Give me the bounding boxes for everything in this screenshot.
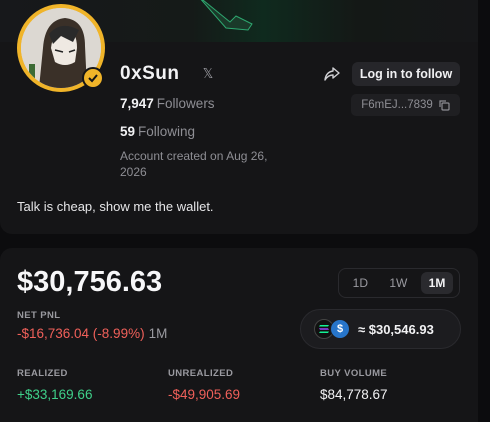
verified-badge-icon	[82, 67, 104, 89]
banner-artwork	[200, 0, 253, 31]
followers-stat[interactable]: 7,947 Followers	[120, 96, 215, 111]
period-tabs: 1D 1W 1M	[338, 268, 460, 298]
followers-count: 7,947	[120, 96, 154, 111]
unrealized-label: UNREALIZED	[168, 368, 234, 379]
x-logo-icon[interactable]: 𝕏	[196, 64, 220, 84]
pnl-value: $30,756.63	[17, 266, 163, 298]
following-stat[interactable]: 59 Following	[120, 124, 195, 139]
copy-icon	[439, 99, 450, 111]
balance-pill[interactable]: $ ≈ $30,546.93	[300, 309, 461, 349]
tab-1m[interactable]: 1M	[420, 272, 454, 294]
pnl-card: $30,756.63 NET PNL -$16,736.04 (-8.99%) 1…	[0, 248, 478, 422]
following-label: Following	[138, 124, 196, 139]
tab-1d[interactable]: 1D	[345, 272, 376, 294]
pnl-change: -$16,736.04 (-8.99%) 1M	[17, 326, 167, 341]
usdc-icon: $	[330, 319, 350, 339]
balance-value: ≈ $30,546.93	[358, 321, 434, 337]
profile-card: 0xSun 𝕏 7,947 Followers 59 Following Accou…	[0, 0, 478, 234]
followers-label: Followers	[156, 96, 215, 111]
following-count: 59	[120, 124, 136, 139]
realized-metric: REALIZED +$33,169.66	[17, 368, 92, 402]
wallet-address: F6mEJ...7839	[361, 99, 433, 111]
unrealized-value: -$49,905.69	[168, 387, 241, 402]
realized-label: REALIZED	[17, 368, 68, 379]
wallet-address-copy[interactable]: F6mEJ...7839	[351, 94, 460, 116]
pnl-label: NET PNL	[17, 310, 61, 321]
pnl-change-value: -$16,736.04 (-8.99%)	[17, 326, 145, 341]
pnl-period: 1M	[148, 326, 168, 341]
buy-volume-value: $84,778.67	[320, 387, 388, 402]
buy-volume-metric: BUY VOLUME $84,778.67	[320, 368, 388, 402]
bio: Talk is cheap, show me the wallet.	[17, 199, 214, 214]
account-created: Account created on Aug 26, 2026	[120, 149, 268, 179]
unrealized-metric: UNREALIZED -$49,905.69	[168, 368, 240, 402]
realized-value: +$33,169.66	[17, 387, 93, 402]
username: 0xSun	[120, 63, 180, 84]
share-icon	[324, 67, 340, 81]
login-to-follow-button[interactable]: Log in to follow	[352, 62, 460, 86]
share-button[interactable]	[318, 62, 346, 86]
buy-volume-label: BUY VOLUME	[320, 368, 388, 379]
tab-1w[interactable]: 1W	[381, 272, 415, 294]
